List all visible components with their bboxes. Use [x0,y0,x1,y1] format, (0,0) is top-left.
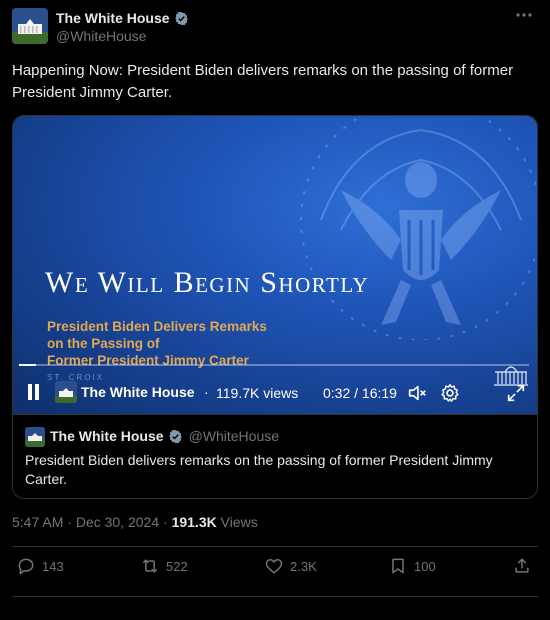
repost-button[interactable]: 522 [140,556,188,576]
repost-count: 522 [166,558,188,574]
pause-icon[interactable] [27,384,41,400]
video-subtitle: President Biden Delivers Remarks on the … [47,318,347,369]
post-view-count: 191.3K [171,514,217,530]
divider [12,546,538,547]
fullscreen-icon[interactable] [505,382,527,404]
post-metadata: 5:47 AM · Dec 30, 2024 · 191.3K Views [12,514,258,530]
video-subtitle-line: President Biden Delivers Remarks [47,319,267,334]
action-bar: 143 522 2.3K 100 [0,556,550,586]
post-views-label: Views [220,514,258,530]
quoted-author-handle[interactable]: @WhiteHouse [189,428,279,444]
settings-icon[interactable] [439,382,461,404]
author-avatar[interactable] [12,8,48,44]
quoted-author-avatar[interactable] [25,427,45,447]
post-date[interactable]: Dec 30, 2024 [76,514,159,530]
like-count: 2.3K [290,558,317,574]
video-headline: We Will Begin Shortly [45,266,370,299]
meta-separator: · [159,514,172,530]
author-display-name[interactable]: The White House [56,10,170,26]
author-name-row: The White House [56,10,189,26]
like-button[interactable]: 2.3K [264,556,317,576]
media-card[interactable]: We Will Begin Shortly President Biden De… [12,115,538,499]
video-player[interactable]: We Will Begin Shortly President Biden De… [13,116,537,414]
video-view-count: 119.7K views [216,385,299,401]
more-horizontal-icon[interactable] [512,8,536,28]
meta-separator: · [63,514,76,530]
bookmark-icon [392,558,404,574]
video-controls: The White House · 119.7K views 0:32 / 16… [13,374,537,414]
channel-name[interactable]: The White House [81,384,195,400]
heart-icon [265,559,283,574]
tweet-text: Happening Now: President Biden delivers … [12,62,514,101]
video-progress-fill [19,364,37,366]
tweet-header: The White House @WhiteHouse [12,8,538,48]
repost-icon [142,559,158,573]
reply-button[interactable]: 143 [16,556,64,576]
video-subtitle-line: Former President Jimmy Carter [47,353,249,368]
quoted-post-text: President Biden delivers remarks on the … [25,452,493,487]
video-time: 0:32 / 16:19 [323,385,397,401]
video-progress-bar[interactable] [19,364,529,366]
share-icon [515,558,529,573]
quoted-post[interactable]: The White House @WhiteHouse President Bi… [13,414,537,498]
reply-count: 143 [42,558,64,574]
divider [12,596,538,597]
quoted-author-row: The White House @WhiteHouse [50,428,279,444]
bookmark-count: 100 [414,558,436,574]
controls-separator: · [204,384,209,400]
bookmark-button[interactable]: 100 [388,556,436,576]
mute-icon[interactable] [406,382,428,404]
author-handle[interactable]: @WhiteHouse [56,28,146,44]
verified-badge-icon [174,11,188,25]
share-button[interactable] [512,556,532,576]
quoted-author-name[interactable]: The White House [50,428,164,444]
verified-badge-icon [168,429,182,443]
channel-avatar[interactable] [55,381,77,403]
post-time[interactable]: 5:47 AM [12,514,63,530]
video-subtitle-line: on the Passing of [47,336,160,351]
reply-icon [18,558,34,575]
presidential-seal-watermark [300,116,537,340]
